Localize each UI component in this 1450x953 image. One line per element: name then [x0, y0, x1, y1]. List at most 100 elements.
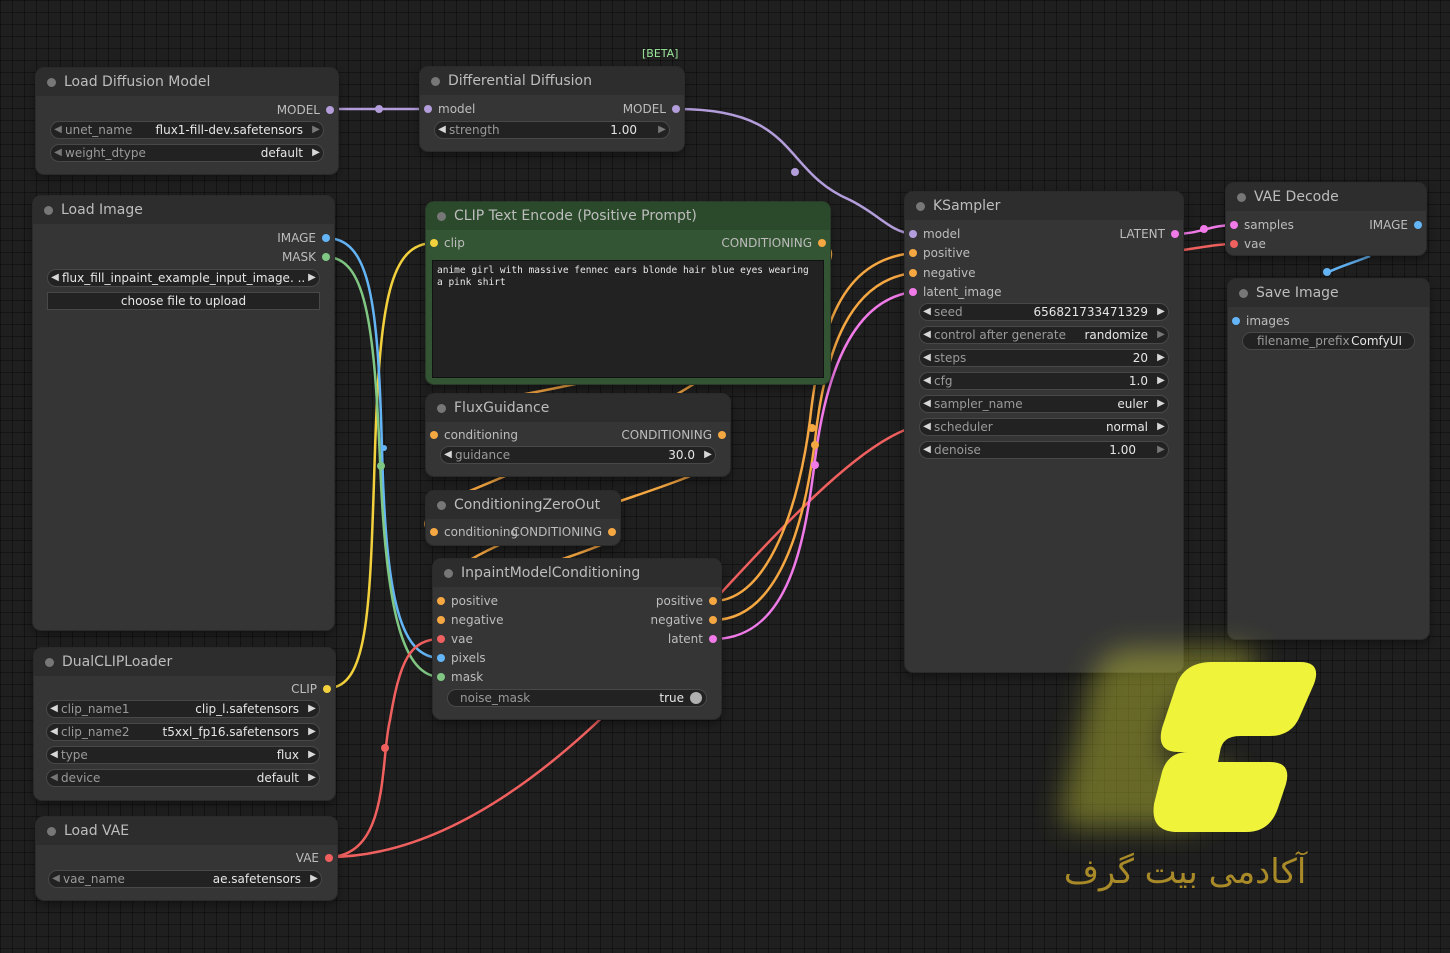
input-negative-dot[interactable] — [437, 616, 445, 624]
arrow-right-icon[interactable]: ▶ — [309, 121, 323, 139]
node-title[interactable]: Load Image — [33, 196, 334, 224]
input-positive[interactable]: positive — [447, 593, 498, 609]
arrow-right-icon[interactable]: ▶ — [309, 144, 323, 162]
arrow-right-icon[interactable]: ▶ — [305, 723, 319, 741]
arrow-right-icon[interactable]: ▶ — [305, 769, 319, 787]
widget-unet-name[interactable]: ◀ unet_name flux1-fill-dev.safetensors ▶ — [50, 121, 324, 139]
arrow-right-icon[interactable]: ▶ — [1154, 395, 1168, 413]
node-vae-decode[interactable]: VAE Decode samples vae IMAGE — [1226, 183, 1426, 255]
arrow-right-icon[interactable]: ▶ — [701, 446, 715, 464]
node-title[interactable]: Differential Diffusion — [420, 67, 684, 95]
widget-clip-name2[interactable]: ◀ clip_name2 t5xxl_fp16.safetensors ▶ — [46, 723, 320, 741]
output-image[interactable]: IMAGE — [1369, 217, 1408, 233]
input-samples[interactable]: samples — [1240, 217, 1294, 233]
node-conditioning-zero-out[interactable]: ConditioningZeroOut conditioning CONDITI… — [426, 491, 620, 545]
node-title[interactable]: Load Diffusion Model — [36, 68, 338, 96]
arrow-left-icon[interactable]: ◀ — [920, 418, 934, 436]
arrow-right-icon[interactable]: ▶ — [305, 746, 319, 764]
arrow-left-icon[interactable]: ◀ — [47, 769, 61, 787]
node-title[interactable]: VAE Decode — [1226, 183, 1426, 211]
output-conditioning[interactable]: CONDITIONING — [621, 427, 712, 443]
input-model[interactable]: model — [919, 226, 960, 242]
node-title[interactable]: InpaintModelConditioning — [433, 559, 721, 587]
arrow-left-icon[interactable]: ◀ — [920, 303, 934, 321]
arrow-left-icon[interactable]: ◀ — [49, 870, 63, 888]
input-pixels[interactable]: pixels — [447, 650, 486, 666]
node-title[interactable]: Load VAE — [36, 817, 337, 845]
prompt-textarea[interactable]: anime girl with massive fennec ears blon… — [432, 260, 824, 378]
node-title[interactable]: CLIP Text Encode (Positive Prompt) — [426, 202, 830, 230]
widget-image-file[interactable]: ◀ flux_fill_inpaint_example_input_image.… — [47, 269, 320, 287]
node-differential-diffusion[interactable]: Differential Diffusion model MODEL ◀ str… — [420, 67, 684, 151]
widget-control-after-generate[interactable]: ◀ control after generate randomize ▶ — [919, 326, 1169, 344]
widget-noise-mask[interactable]: noise_mask true — [447, 689, 707, 707]
arrow-left-icon[interactable]: ◀ — [435, 121, 449, 139]
widget-sampler-name[interactable]: ◀ sampler_name euler ▶ — [919, 395, 1169, 413]
input-conditioning[interactable]: conditioning — [440, 427, 518, 443]
output-conditioning[interactable]: CONDITIONING — [721, 235, 812, 251]
output-positive-dot[interactable] — [709, 597, 717, 605]
output-latent-dot[interactable] — [709, 635, 717, 643]
input-negative[interactable]: negative — [919, 265, 975, 281]
input-model-dot[interactable] — [424, 105, 432, 113]
widget-device[interactable]: ◀ device default ▶ — [46, 769, 320, 787]
output-model[interactable]: MODEL — [277, 102, 320, 118]
widget-clip-name1[interactable]: ◀ clip_name1 clip_l.safetensors ▶ — [46, 700, 320, 718]
output-latent[interactable]: latent — [668, 631, 703, 647]
node-load-diffusion-model[interactable]: Load Diffusion Model MODEL ◀ unet_name f… — [36, 68, 338, 174]
node-title[interactable]: Save Image — [1228, 279, 1429, 307]
node-inpaint-model-conditioning[interactable]: InpaintModelConditioning positive negati… — [433, 559, 721, 719]
choose-file-button[interactable]: choose file to upload — [47, 292, 320, 310]
arrow-left-icon[interactable]: ◀ — [47, 723, 61, 741]
input-images-dot[interactable] — [1232, 317, 1240, 325]
widget-weight-dtype[interactable]: ◀ weight_dtype default ▶ — [50, 144, 324, 162]
input-images[interactable]: images — [1242, 313, 1290, 329]
node-load-vae[interactable]: Load VAE VAE ◀ vae_name ae.safetensors ▶ — [36, 817, 337, 900]
node-title[interactable]: FluxGuidance — [426, 394, 730, 422]
widget-denoise[interactable]: ◀ denoise 1.00 ▶ — [919, 441, 1169, 459]
node-title[interactable]: KSampler — [905, 192, 1183, 220]
arrow-left-icon[interactable]: ◀ — [920, 349, 934, 367]
arrow-left-icon[interactable]: ◀ — [920, 326, 934, 344]
input-pixels-dot[interactable] — [437, 654, 445, 662]
output-model-dot[interactable] — [326, 106, 334, 114]
node-ksampler[interactable]: KSampler model positive negative latent_… — [905, 192, 1183, 672]
arrow-left-icon[interactable]: ◀ — [51, 121, 65, 139]
arrow-left-icon[interactable]: ◀ — [47, 746, 61, 764]
input-positive-dot[interactable] — [437, 597, 445, 605]
arrow-left-icon[interactable]: ◀ — [920, 372, 934, 390]
output-clip-dot[interactable] — [323, 685, 331, 693]
output-mask-dot[interactable] — [322, 253, 330, 261]
arrow-right-icon[interactable]: ▶ — [1154, 441, 1168, 459]
input-model[interactable]: model — [434, 101, 475, 117]
input-negative-dot[interactable] — [909, 269, 917, 277]
output-model[interactable]: MODEL — [623, 101, 666, 117]
widget-scheduler[interactable]: ◀ scheduler normal ▶ — [919, 418, 1169, 436]
input-vae-dot[interactable] — [1230, 240, 1238, 248]
arrow-right-icon[interactable]: ▶ — [1154, 303, 1168, 321]
output-clip[interactable]: CLIP — [291, 681, 317, 697]
input-model-dot[interactable] — [909, 230, 917, 238]
widget-guidance[interactable]: ◀ guidance 30.0 ▶ — [440, 446, 716, 464]
output-latent[interactable]: LATENT — [1120, 226, 1165, 242]
node-flux-guidance[interactable]: FluxGuidance conditioning CONDITIONING ◀… — [426, 394, 730, 476]
output-mask[interactable]: MASK — [282, 249, 316, 265]
arrow-right-icon[interactable]: ▶ — [655, 121, 669, 139]
input-latent-image[interactable]: latent_image — [919, 284, 1001, 300]
input-clip[interactable]: clip — [440, 235, 465, 251]
arrow-right-icon[interactable]: ▶ — [1154, 326, 1168, 344]
arrow-left-icon[interactable]: ◀ — [48, 269, 62, 287]
widget-filename-prefix[interactable]: filename_prefix ComfyUI — [1242, 332, 1415, 350]
input-positive-dot[interactable] — [909, 249, 917, 257]
output-negative[interactable]: negative — [651, 612, 703, 628]
widget-vae-name[interactable]: ◀ vae_name ae.safetensors ▶ — [48, 870, 322, 888]
arrow-left-icon[interactable]: ◀ — [51, 144, 65, 162]
output-latent-dot[interactable] — [1171, 230, 1179, 238]
input-conditioning-dot[interactable] — [430, 528, 438, 536]
input-positive[interactable]: positive — [919, 245, 970, 261]
input-mask[interactable]: mask — [447, 669, 483, 685]
output-image[interactable]: IMAGE — [277, 230, 316, 246]
arrow-right-icon[interactable]: ▶ — [1154, 418, 1168, 436]
arrow-right-icon[interactable]: ▶ — [305, 269, 319, 287]
output-conditioning-dot[interactable] — [818, 239, 826, 247]
